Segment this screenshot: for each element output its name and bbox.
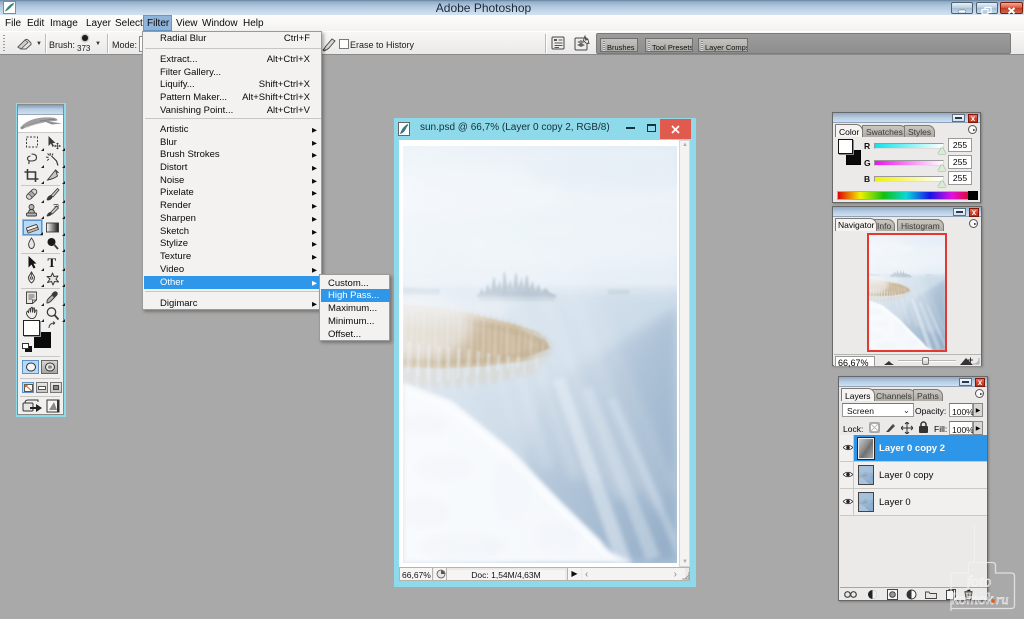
svg-text:komok: komok [952,591,995,608]
svg-text:T: T [48,255,57,270]
svg-text:ru: ru [996,593,1008,608]
svg-text:foto: foto [967,574,992,591]
